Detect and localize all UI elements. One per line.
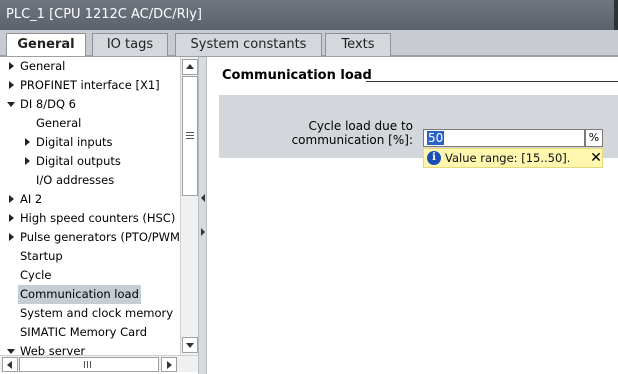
expand-arrow-icon[interactable]: [7, 76, 17, 95]
tab-general[interactable]: General: [6, 33, 86, 57]
titlebar-edge: [614, 0, 618, 30]
tree-horizontal-scrollbar[interactable]: [0, 355, 198, 372]
tab-system-constants[interactable]: System constants: [175, 33, 322, 56]
collapse-arrow-icon[interactable]: [7, 95, 17, 114]
grip-icon: [84, 361, 91, 368]
expand-arrow-icon[interactable]: [23, 152, 33, 171]
scroll-thumb-horizontal[interactable]: [19, 357, 159, 372]
cycle-load-label-line1: Cycle load due to: [308, 119, 413, 133]
tree-item-digital-outputs[interactable]: Digital outputs: [0, 152, 180, 171]
collapse-arrow-icon[interactable]: [7, 342, 17, 355]
window-title: PLC_1 [CPU 1212C AC/DC/Rly]: [0, 0, 618, 30]
tree-item-hsc[interactable]: High speed counters (HSC): [0, 209, 180, 228]
tree-item-profinet-interface[interactable]: PROFINET interface [X1]: [0, 76, 180, 95]
expand-arrow-icon[interactable]: [7, 57, 17, 76]
info-icon: i: [427, 151, 441, 165]
navigation-tree: General PROFINET interface [X1] DI 8/DQ …: [0, 57, 180, 355]
grip-icon: [186, 132, 194, 139]
close-icon[interactable]: ✕: [589, 150, 603, 166]
value-range-tooltip: i Value range: [15..50]. ✕: [423, 148, 603, 168]
scroll-up-icon[interactable]: [182, 59, 198, 75]
tree-item-general[interactable]: General: [0, 57, 180, 76]
tree-item-communication-load[interactable]: Communication load: [0, 285, 180, 304]
communication-load-input[interactable]: 50: [423, 129, 585, 147]
scroll-down-icon[interactable]: [182, 337, 198, 353]
panel-splitter[interactable]: [198, 57, 207, 374]
expand-arrow-icon[interactable]: [7, 228, 17, 247]
tree-item-io-addresses[interactable]: I/O addresses: [0, 171, 180, 190]
tree-item-digital-inputs[interactable]: Digital inputs: [0, 133, 180, 152]
tab-io-tags[interactable]: IO tags: [92, 33, 168, 56]
tree-vertical-scrollbar[interactable]: [180, 57, 198, 355]
scroll-left-icon[interactable]: [2, 357, 18, 372]
tree-item-web-server[interactable]: Web server: [0, 342, 180, 355]
section-title: Communication load: [222, 68, 372, 83]
tree-item-cycle[interactable]: Cycle: [0, 266, 180, 285]
tree-item-system-clock-memory[interactable]: System and clock memory: [0, 304, 180, 323]
cycle-load-label-line2: communication [%]:: [291, 133, 413, 147]
expand-arrow-icon[interactable]: [7, 209, 17, 228]
tree-item-di-dq[interactable]: DI 8/DQ 6: [0, 95, 180, 114]
tree-item-startup[interactable]: Startup: [0, 247, 180, 266]
tab-strip: General IO tags System constants Texts: [0, 30, 618, 57]
tree-item-ai[interactable]: AI 2: [0, 190, 180, 209]
scroll-right-icon[interactable]: [161, 357, 177, 372]
cycle-load-label: Cycle load due to communication [%]:: [219, 119, 413, 147]
tab-texts[interactable]: Texts: [325, 33, 391, 56]
expand-right-icon[interactable]: [201, 228, 205, 236]
collapse-left-icon[interactable]: [201, 194, 205, 202]
unit-label: %: [585, 129, 603, 147]
expand-arrow-icon[interactable]: [7, 190, 17, 209]
tree-item-di-general[interactable]: General: [0, 114, 180, 133]
tree-item-pulse-generators[interactable]: Pulse generators (PTO/PWM): [0, 228, 180, 247]
value-range-text: Value range: [15..50].: [445, 151, 571, 165]
expand-arrow-icon[interactable]: [23, 133, 33, 152]
section-divider: [366, 81, 618, 82]
scroll-thumb[interactable]: [182, 76, 198, 196]
input-value: 50: [427, 131, 445, 145]
tree-item-memory-card[interactable]: SIMATIC Memory Card: [0, 323, 180, 342]
